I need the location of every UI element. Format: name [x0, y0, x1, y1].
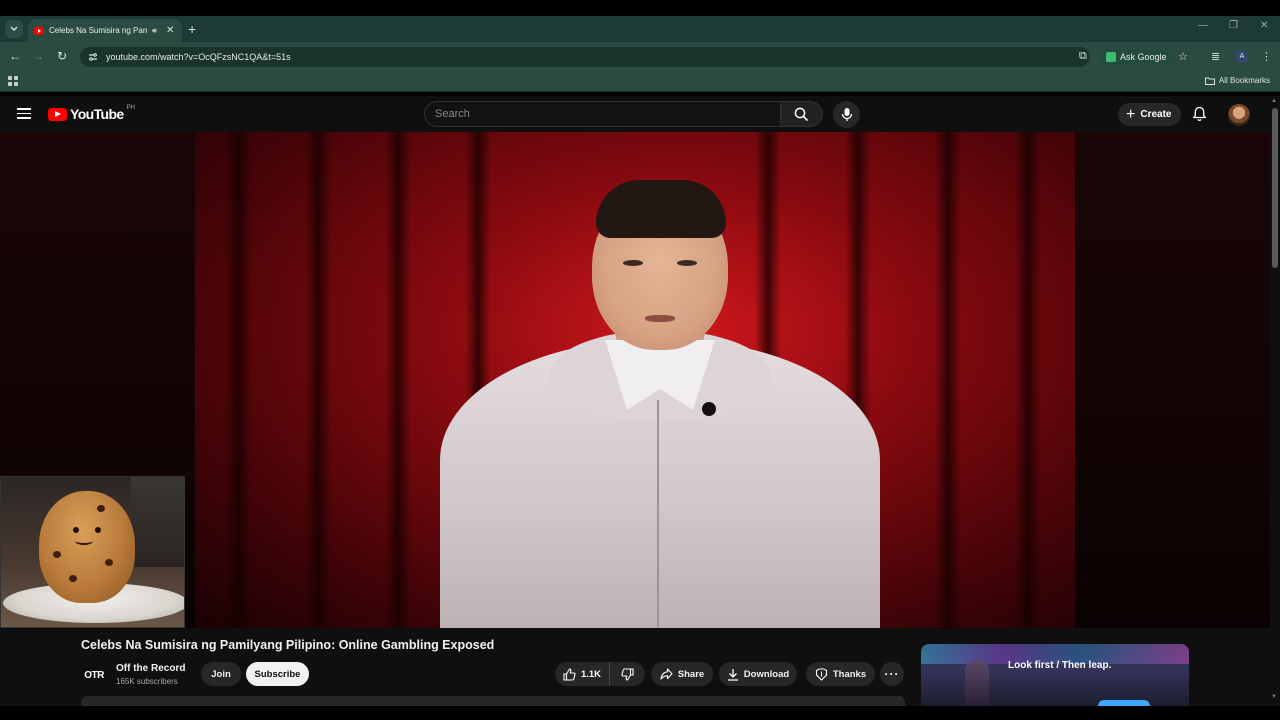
install-app-icon[interactable]: ⧉	[1079, 50, 1087, 63]
download-label: Download	[743, 668, 790, 680]
forward-icon[interactable]: →	[30, 49, 46, 63]
search-box[interactable]	[424, 101, 781, 127]
extension-icon[interactable]: A	[1236, 51, 1248, 63]
ad-headline: Look first / Then leap.	[1008, 660, 1112, 671]
tab-title: Celebs Na Sumisira ng Pam	[49, 26, 147, 35]
download-icon	[727, 668, 738, 681]
microphone-icon	[841, 108, 852, 121]
youtube-play-logo-icon	[48, 107, 67, 121]
country-code: PH	[126, 105, 135, 111]
like-button[interactable]: 1.1K	[555, 662, 610, 686]
bell-icon	[1192, 106, 1207, 121]
share-icon	[660, 668, 673, 680]
subscriber-count: 165K subscribers	[116, 677, 178, 686]
tab-search-button[interactable]	[5, 20, 23, 38]
back-icon[interactable]: ←	[7, 49, 23, 63]
share-label: Share	[677, 668, 705, 680]
restore-icon[interactable]: ❐	[1229, 20, 1238, 31]
create-label: Create	[1140, 109, 1172, 120]
thanks-button[interactable]: Thanks	[806, 662, 875, 686]
ask-google-button[interactable]: Ask Google	[1099, 49, 1174, 65]
scrollbar-thumb[interactable]	[1272, 108, 1278, 268]
notifications-button[interactable]	[1192, 106, 1207, 127]
search-input[interactable]	[435, 108, 780, 120]
lapel-mic-icon	[702, 402, 716, 416]
browser-tab-active[interactable]: Celebs Na Sumisira ng Pam 🔊︎ ✕	[28, 19, 182, 42]
voice-search-button[interactable]	[833, 101, 860, 128]
all-bookmarks-button[interactable]: All Bookmarks	[1204, 76, 1270, 85]
new-tab-button[interactable]: +	[188, 21, 196, 37]
bookmarks-bar	[0, 72, 1280, 92]
ad-banner[interactable]	[921, 644, 1189, 706]
plus-icon: +	[1126, 105, 1136, 123]
lens-icon	[1106, 52, 1116, 62]
subscribe-label: Subscribe	[254, 668, 301, 680]
thanks-label: Thanks	[832, 668, 867, 680]
youtube-logo[interactable]: YouTube PH	[48, 105, 135, 122]
minimize-icon[interactable]: —	[1198, 20, 1208, 31]
ad-figure-image	[965, 660, 989, 706]
youtube-favicon-icon	[34, 26, 44, 35]
site-info-icon[interactable]	[88, 52, 98, 62]
bookmark-star-icon[interactable]: ☆	[1178, 50, 1188, 63]
join-button[interactable]: Join	[201, 662, 241, 686]
cookie-character-image	[39, 491, 135, 603]
overlay-thumbnail	[0, 476, 185, 628]
video-speaker	[440, 180, 880, 628]
like-count: 1.1K	[580, 668, 602, 680]
description-box[interactable]	[81, 696, 905, 706]
super-thanks-icon	[815, 667, 827, 681]
address-bar[interactable]: youtube.com/watch?v=OcQFzsNC1QA&t=51s	[80, 47, 1090, 67]
like-dislike-group: 1.1K	[555, 662, 645, 686]
ask-google-label: Ask Google	[1120, 52, 1167, 62]
search-button[interactable]	[781, 101, 823, 127]
player-letterbox-right	[1075, 132, 1270, 628]
subscribe-button[interactable]: Subscribe	[246, 662, 309, 686]
create-button[interactable]: + Create	[1118, 103, 1182, 126]
thumbs-down-icon	[621, 667, 634, 681]
dislike-button[interactable]	[610, 662, 645, 686]
media-controls-icon[interactable]: ≣	[1211, 50, 1220, 63]
account-avatar[interactable]	[1228, 104, 1250, 126]
reload-icon[interactable]: ↻	[54, 49, 70, 63]
video-title: Celebs Na Sumisira ng Pamilyang Pilipino…	[81, 638, 495, 652]
channel-name[interactable]: Off the Record	[116, 663, 185, 674]
screen-top-strip	[0, 0, 1280, 16]
apps-grid-icon[interactable]	[8, 76, 18, 86]
download-button[interactable]: Download	[719, 662, 797, 686]
search-icon	[794, 107, 809, 121]
browser-menu-icon[interactable]: ⋮	[1261, 50, 1272, 63]
url-text[interactable]: youtube.com/watch?v=OcQFzsNC1QA&t=51s	[106, 52, 291, 62]
youtube-wordmark: YouTube	[70, 106, 124, 122]
video-player[interactable]	[0, 132, 1270, 628]
share-button[interactable]: Share	[651, 662, 713, 686]
close-window-icon[interactable]: ✕	[1260, 20, 1268, 31]
thumbs-up-icon	[563, 667, 576, 681]
folder-icon	[1204, 77, 1215, 85]
audio-playing-icon[interactable]: 🔊︎	[152, 26, 157, 36]
more-actions-icon[interactable]: ···	[880, 662, 904, 686]
join-label: Join	[211, 668, 231, 680]
scroll-up-icon[interactable]: ▲	[1271, 98, 1277, 104]
screen-bottom-strip	[0, 706, 1280, 720]
scroll-down-icon[interactable]: ▼	[1271, 694, 1277, 700]
channel-avatar[interactable]: OTR	[81, 662, 107, 688]
hamburger-menu-icon[interactable]	[17, 108, 31, 119]
all-bookmarks-label: All Bookmarks	[1218, 76, 1270, 85]
chevron-down-icon	[10, 26, 18, 31]
tab-close-icon[interactable]: ✕	[166, 25, 174, 36]
